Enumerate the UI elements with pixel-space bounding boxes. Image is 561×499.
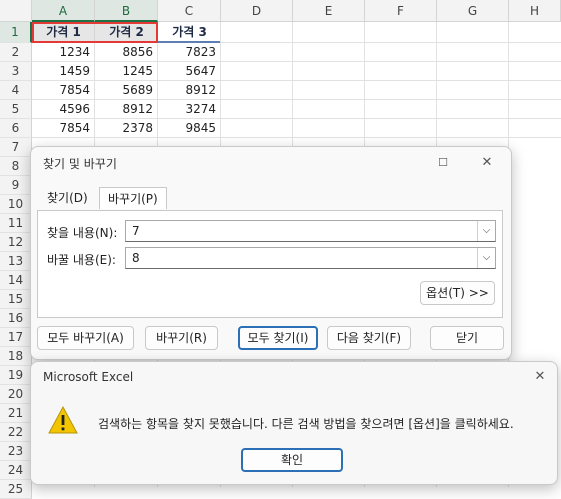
column-header-b[interactable]: B	[95, 0, 158, 22]
cell-b2[interactable]: 8856	[95, 43, 158, 62]
row-header-1[interactable]: 1	[0, 22, 32, 43]
warning-icon	[48, 405, 78, 434]
row-header-13[interactable]: 13	[0, 252, 32, 271]
row-header-2[interactable]: 2	[0, 43, 32, 62]
column-header-c[interactable]: C	[158, 0, 221, 22]
options-button[interactable]: 옵션(T) >>	[420, 281, 495, 305]
find-value: 7	[132, 224, 140, 238]
row-header-23[interactable]: 23	[0, 442, 32, 461]
cell-a1[interactable]: 가격 1	[32, 23, 95, 42]
close-button[interactable]: 닫기	[430, 326, 504, 350]
replace-label: 바꿀 내용(E):	[47, 253, 116, 267]
replace-input[interactable]: 8 ⌵	[125, 247, 496, 269]
maximize-icon[interactable]: ☐	[433, 153, 453, 173]
cell-b6[interactable]: 2378	[95, 119, 158, 138]
chevron-down-icon[interactable]: ⌵	[477, 221, 495, 241]
row-header-6[interactable]: 6	[0, 119, 32, 138]
cell-c3[interactable]: 5647	[158, 62, 221, 81]
row-header-8[interactable]: 8	[0, 157, 32, 176]
cell-a3[interactable]: 1459	[32, 62, 95, 81]
row-header-5[interactable]: 5	[0, 100, 32, 119]
cell-b4[interactable]: 5689	[95, 81, 158, 100]
ok-button[interactable]: 확인	[241, 448, 343, 472]
row-header-18[interactable]: 18	[0, 347, 32, 366]
column-header-d[interactable]: D	[221, 0, 293, 22]
cell-c4[interactable]: 8912	[158, 81, 221, 100]
replace-value: 8	[132, 251, 140, 265]
replace-button[interactable]: 바꾸기(R)	[145, 326, 218, 350]
row-header-17[interactable]: 17	[0, 328, 32, 347]
cell-b5[interactable]: 8912	[95, 100, 158, 119]
tab-find[interactable]: 찾기(D)	[47, 187, 88, 209]
row-header-19[interactable]: 19	[0, 366, 32, 385]
row-header-15[interactable]: 15	[0, 290, 32, 309]
row-header-25[interactable]: 25	[0, 480, 32, 499]
tab-replace[interactable]: 바꾸기(P)	[99, 187, 167, 209]
row-header-3[interactable]: 3	[0, 62, 32, 81]
row-header-22[interactable]: 22	[0, 423, 32, 442]
find-next-button[interactable]: 다음 찾기(F)	[327, 326, 411, 350]
row-header-12[interactable]: 12	[0, 233, 32, 252]
cell-c1[interactable]: 가격 3	[158, 23, 221, 42]
column-header-e[interactable]: E	[293, 0, 365, 22]
message-box-title: Microsoft Excel	[43, 370, 134, 384]
message-text: 검색하는 항목을 찾지 못했습니다. 다른 검색 방법을 찾으려면 [옵션]을 …	[98, 417, 514, 431]
cell-c6[interactable]: 9845	[158, 119, 221, 138]
find-label: 찾을 내용(N):	[47, 226, 118, 240]
row-header-24[interactable]: 24	[0, 461, 32, 480]
row-header-16[interactable]: 16	[0, 309, 32, 328]
message-box-close-icon[interactable]: ✕	[530, 367, 550, 387]
row-header-14[interactable]: 14	[0, 271, 32, 290]
cell-b3[interactable]: 1245	[95, 62, 158, 81]
column-header-f[interactable]: F	[365, 0, 437, 22]
cell-b1[interactable]: 가격 2	[95, 23, 158, 42]
replace-all-button[interactable]: 모두 바꾸기(A)	[37, 326, 134, 350]
row-header-10[interactable]: 10	[0, 195, 32, 214]
column-header-h[interactable]: H	[509, 0, 561, 22]
cell-a6[interactable]: 7854	[32, 119, 95, 138]
cell-c5[interactable]: 3274	[158, 100, 221, 119]
row-header-20[interactable]: 20	[0, 385, 32, 404]
row-header-7[interactable]: 7	[0, 138, 32, 157]
column-header-g[interactable]: G	[437, 0, 509, 22]
close-icon[interactable]: ✕	[477, 153, 497, 173]
cell-a4[interactable]: 7854	[32, 81, 95, 100]
dialog-title: 찾기 및 바꾸기	[43, 157, 117, 171]
select-all-corner[interactable]	[0, 0, 32, 22]
row-header-9[interactable]: 9	[0, 176, 32, 195]
cell-a5[interactable]: 4596	[32, 100, 95, 119]
row-header-4[interactable]: 4	[0, 81, 32, 100]
find-input[interactable]: 7 ⌵	[125, 220, 496, 242]
row-header-11[interactable]: 11	[0, 214, 32, 233]
cell-a2[interactable]: 1234	[32, 43, 95, 62]
cell-c2[interactable]: 7823	[158, 43, 221, 62]
find-all-button[interactable]: 모두 찾기(I)	[238, 326, 318, 350]
row-header-21[interactable]: 21	[0, 404, 32, 423]
column-header-a[interactable]: A	[32, 0, 95, 22]
chevron-down-icon[interactable]: ⌵	[477, 248, 495, 268]
